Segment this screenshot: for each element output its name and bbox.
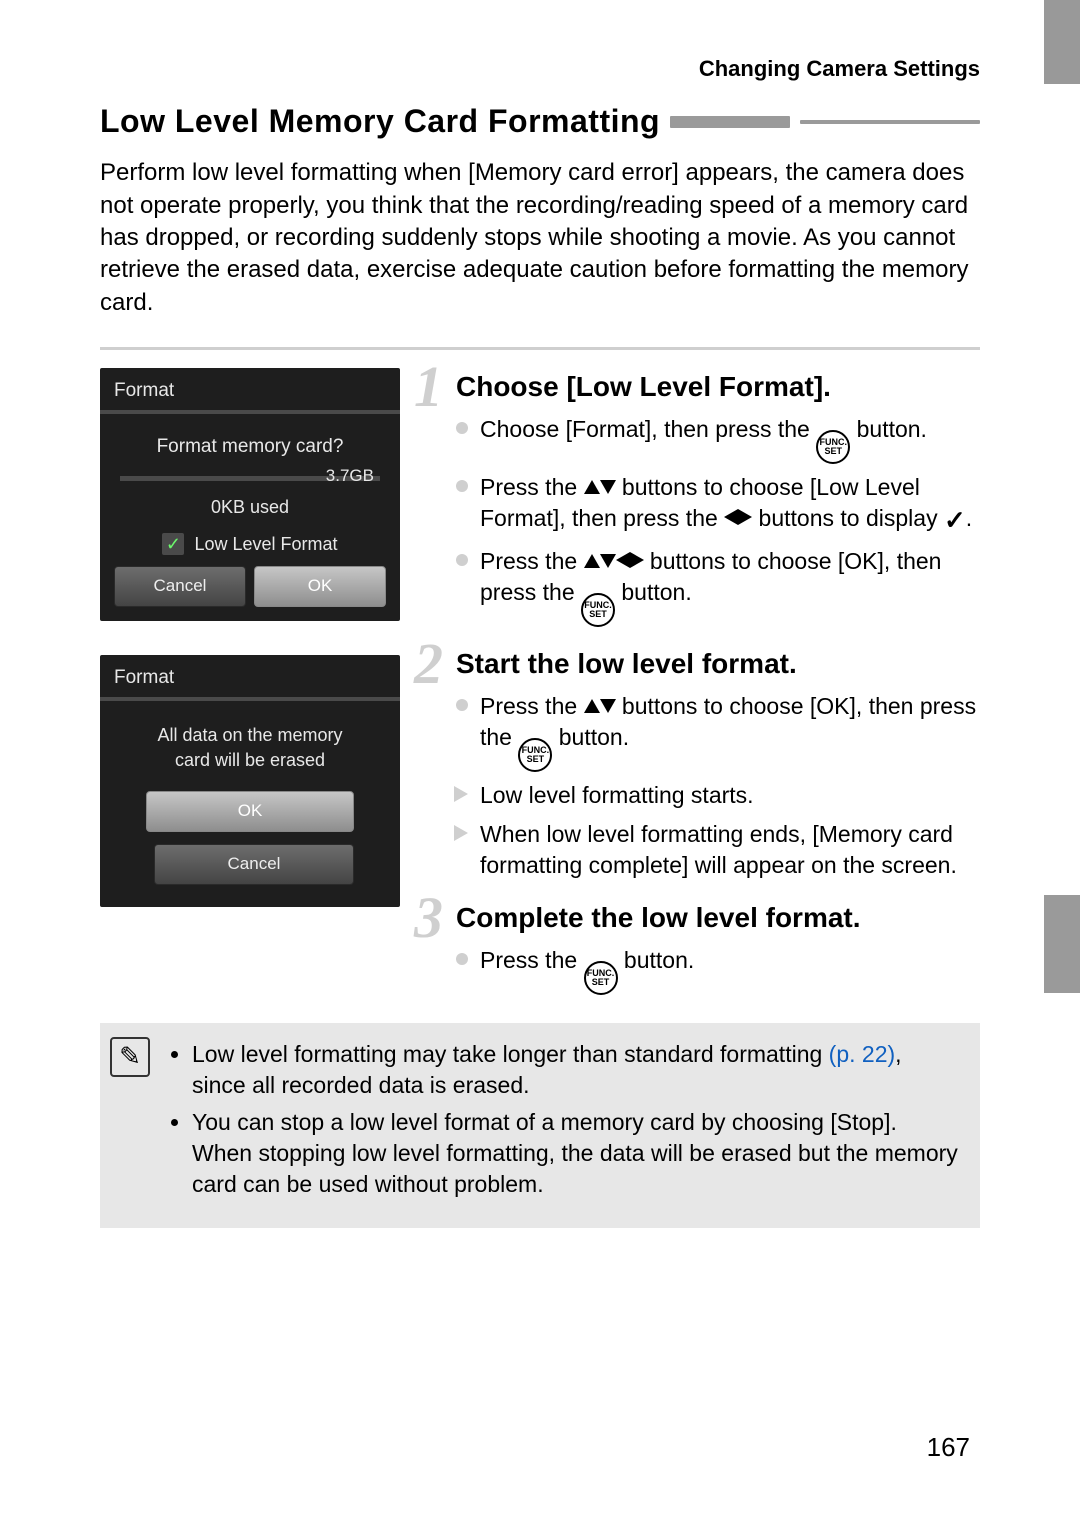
- screen2-ok-button: OK: [146, 791, 354, 832]
- bullet-icon: [456, 953, 468, 965]
- note-item-2: You can stop a low level format of a mem…: [192, 1107, 958, 1200]
- down-icon: [600, 699, 616, 713]
- steps-column: 1Choose [Low Level Format].Choose [Forma…: [426, 368, 980, 1013]
- func-set-icon: FUNC.SET: [584, 961, 618, 995]
- page-ref-link: (p. 22): [829, 1041, 895, 1067]
- note-icon: ✎: [110, 1037, 150, 1077]
- func-set-icon: FUNC.SET: [816, 430, 850, 464]
- step-number: 3: [414, 889, 443, 947]
- result-arrow-icon: [454, 825, 468, 841]
- camera-screen-format: Format Format memory card? 3.7GB 0KB use…: [100, 368, 400, 621]
- step-1-item-3: Press the buttons to choose [OK], then p…: [456, 546, 980, 627]
- step-number: 2: [414, 635, 443, 693]
- screen1-used: 0KB used: [100, 493, 400, 525]
- page-title: Low Level Memory Card Formatting: [100, 100, 660, 143]
- screen2-msg-line2: card will be erased: [118, 748, 382, 773]
- step-heading: Complete the low level format.: [456, 899, 980, 937]
- step-2-item-3: When low level formatting ends, [Memory …: [456, 819, 980, 881]
- step-heading: Choose [Low Level Format].: [456, 368, 980, 406]
- bullet-icon: [456, 699, 468, 711]
- screen1-capacity: 3.7GB: [326, 465, 374, 488]
- checkmark-icon: ✓: [162, 533, 184, 555]
- left-icon: [616, 552, 630, 568]
- step-2-item-1: Press the buttons to choose [OK], then p…: [456, 691, 980, 772]
- step-1-item-1: Choose [Format], then press the FUNC.SET…: [456, 414, 980, 464]
- screen1-title: Format: [100, 368, 400, 410]
- screen1-option-row: ✓ Low Level Format: [100, 526, 400, 566]
- screen2-title: Format: [100, 655, 400, 697]
- bullet-icon: [456, 480, 468, 492]
- note-item-1: Low level formatting may take longer tha…: [192, 1039, 958, 1101]
- func-set-icon: FUNC.SET: [518, 738, 552, 772]
- step-3-item-1: Press the FUNC.SET button.: [456, 945, 980, 995]
- right-icon: [738, 509, 752, 525]
- page-number: 167: [927, 1430, 970, 1465]
- screen1-underline: [100, 410, 400, 414]
- notes-box: ✎ Low level formatting may take longer t…: [100, 1023, 980, 1228]
- down-icon: [600, 554, 616, 568]
- screen2-msg-line1: All data on the memory: [118, 723, 382, 748]
- step-2: 2Start the low level format.Press the bu…: [426, 645, 980, 881]
- screen1-option-label: Low Level Format: [194, 532, 337, 556]
- camera-screen-confirm: Format All data on the memory card will …: [100, 655, 400, 907]
- func-set-icon: FUNC.SET: [581, 593, 615, 627]
- screen1-ok-button: OK: [254, 566, 386, 607]
- title-bar-thin: [800, 120, 980, 124]
- up-icon: [584, 699, 600, 713]
- screen1-question: Format memory card?: [100, 422, 400, 466]
- screen1-cancel-button: Cancel: [114, 566, 246, 607]
- screen2-cancel-button: Cancel: [154, 844, 354, 885]
- section-divider: [100, 347, 980, 350]
- step-1: 1Choose [Low Level Format].Choose [Forma…: [426, 368, 980, 627]
- right-icon: [630, 552, 644, 568]
- page-tab-side: [1044, 895, 1080, 993]
- title-row: Low Level Memory Card Formatting: [100, 100, 980, 143]
- step-number: 1: [414, 358, 443, 416]
- bullet-icon: [456, 422, 468, 434]
- intro-paragraph: Perform low level formatting when [Memor…: [100, 157, 980, 319]
- check-icon: ✓: [944, 503, 966, 538]
- step-2-item-2: Low level formatting starts.: [456, 780, 980, 811]
- result-arrow-icon: [454, 786, 468, 802]
- up-icon: [584, 480, 600, 494]
- title-bar-thick: [670, 116, 790, 128]
- step-3: 3Complete the low level format.Press the…: [426, 899, 980, 995]
- chapter-heading: Changing Camera Settings: [699, 54, 980, 84]
- page-content: Low Level Memory Card Formatting Perform…: [100, 100, 980, 1228]
- page-tab-top: [1044, 0, 1080, 84]
- down-icon: [600, 480, 616, 494]
- left-icon: [724, 509, 738, 525]
- screen1-capacity-row: 3.7GB: [120, 467, 380, 489]
- step-1-item-2: Press the buttons to choose [Low Level F…: [456, 472, 980, 538]
- bullet-icon: [456, 554, 468, 566]
- up-icon: [584, 554, 600, 568]
- step-heading: Start the low level format.: [456, 645, 980, 683]
- screen2-underline: [100, 697, 400, 701]
